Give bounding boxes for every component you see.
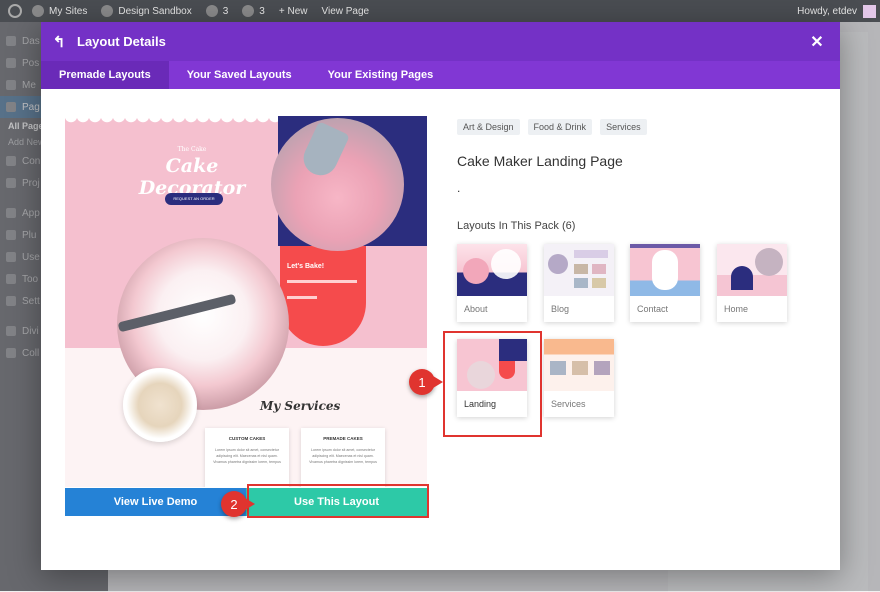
thumb-block [592,278,606,288]
updates-link[interactable]: 3 [205,5,228,17]
thumb-block [574,278,588,288]
thumb-image [457,244,527,296]
preview-service-card: CUSTOM CAKES Lorem ipsum dolor sit amet,… [205,428,289,487]
preview-order-button: REQUEST AN ORDER [165,193,223,205]
preview-address-line [287,280,357,283]
arrow-right-icon [433,376,443,388]
tag-art-design[interactable]: Art & Design [457,119,520,135]
thumb-image [544,339,614,391]
view-page-link[interactable]: View Page [321,6,369,17]
thumb-card [652,250,678,290]
pack-title: Layouts In This Pack (6) [457,220,576,232]
thumb-label: Services [551,399,586,409]
tag-food-drink[interactable]: Food & Drink [527,119,593,135]
arrow-back-icon[interactable]: ↰ [41,33,77,51]
preview-services-heading: My Services [260,399,341,413]
tab-saved-layouts[interactable]: Your Saved Layouts [169,61,310,89]
preview-piping-photo [271,118,404,251]
preview-macaron-photo [123,368,197,442]
new-content-link[interactable]: + New [279,6,308,17]
modal-header: ↰ Layout Details ✕ [41,22,840,61]
thumb-block [574,250,608,258]
thumb-image [630,244,700,296]
layout-details-modal: ↰ Layout Details ✕ Premade Layouts Your … [41,22,840,570]
thumb-arch [731,266,753,290]
view-live-demo-button[interactable]: View Live Demo [65,488,246,516]
thumb-image [717,244,787,296]
landing-highlight-box [443,331,542,437]
layout-thumb-contact[interactable]: Contact [630,244,700,322]
thumb-photo [755,248,783,276]
my-sites-link[interactable]: My Sites [32,5,87,17]
thumb-image [544,244,614,296]
thumb-block [592,264,606,274]
thumb-label: Contact [637,304,669,314]
thumb-label: Blog [551,304,570,314]
comment-icon [242,5,255,17]
layout-thumb-blog[interactable]: Blog [544,244,614,322]
home-icon [101,5,114,17]
preview-service-card: PREMADE CAKES Lorem ipsum dolor sit amet… [301,428,385,487]
site-name-link[interactable]: Design Sandbox [101,5,192,17]
tag-services[interactable]: Services [600,119,647,135]
thumb-block [550,361,566,375]
avatar [863,4,876,18]
refresh-icon [205,5,218,17]
admin-bar: My Sites Design Sandbox 3 3 + New View P… [0,0,880,22]
use-layout-highlight-box [247,484,429,518]
thumb-block [572,361,588,375]
layout-title: Cake Maker Landing Page [457,153,623,169]
arrow-right-icon [245,498,255,510]
thumb-strip [630,244,700,248]
layout-thumb-services[interactable]: Services [544,339,614,417]
layout-tabs: Premade Layouts Your Saved Layouts Your … [41,61,840,89]
thumb-photo [463,258,489,284]
preview-logo: The Cake Cake Decorator [138,146,246,199]
thumb-label: About [464,304,488,314]
layout-preview-image[interactable]: The Cake Cake Decorator REQUEST AN ORDER… [65,116,427,487]
sites-icon [32,5,44,17]
tab-premade-layouts[interactable]: Premade Layouts [41,61,169,89]
thumb-block [594,361,610,375]
modal-title: Layout Details [77,34,166,49]
callout-2: 2 [221,491,255,517]
preview-lets-bake: Let's Bake! [287,263,325,270]
wordpress-logo-icon[interactable] [8,4,22,18]
preview-phone-line [287,296,317,299]
layout-thumb-about[interactable]: About [457,244,527,322]
thumb-photo [491,249,521,279]
layout-description: . [457,181,461,195]
comments-link[interactable]: 3 [242,5,265,17]
thumb-block [574,264,588,274]
tab-existing-pages[interactable]: Your Existing Pages [310,61,452,89]
layout-tags: Art & Design Food & Drink Services [457,119,647,135]
layout-thumb-home[interactable]: Home [717,244,787,322]
thumb-photo [548,254,568,274]
account-menu[interactable]: Howdy, etdev [797,4,876,18]
thumb-label: Home [724,304,749,314]
close-icon[interactable]: ✕ [794,32,840,52]
callout-1: 1 [409,369,443,395]
